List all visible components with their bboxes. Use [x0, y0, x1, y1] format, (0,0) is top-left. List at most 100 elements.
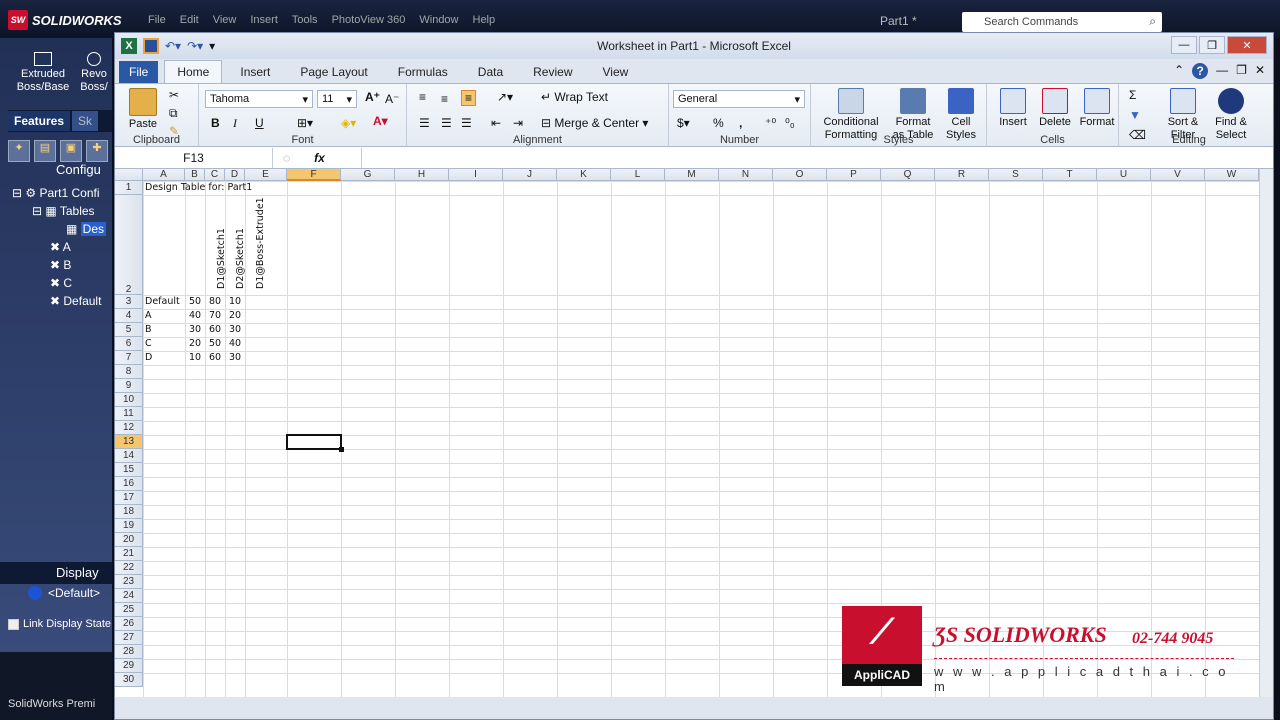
- align-middle-icon[interactable]: ≡: [441, 92, 448, 106]
- cancel-entry-icon[interactable]: ◌: [283, 151, 290, 165]
- display-default-item[interactable]: <Default>: [28, 586, 100, 600]
- row-header[interactable]: 28: [115, 645, 143, 659]
- formula-input[interactable]: [361, 147, 1273, 168]
- selected-cell[interactable]: [286, 434, 344, 452]
- align-center-icon[interactable]: ☰: [441, 116, 452, 130]
- row-header[interactable]: 2: [115, 195, 143, 295]
- column-header[interactable]: A: [143, 169, 185, 181]
- decrease-decimal-icon[interactable]: ⁰₀: [785, 116, 795, 130]
- orientation-icon[interactable]: ↗▾: [497, 90, 513, 104]
- row-header[interactable]: 4: [115, 309, 143, 323]
- row-header[interactable]: 5: [115, 323, 143, 337]
- increase-decimal-icon[interactable]: ⁺⁰: [765, 116, 776, 130]
- tree-config-c[interactable]: ✖ C: [50, 276, 72, 290]
- extruded-boss-button[interactable]: Extruded Boss/Base: [14, 52, 72, 94]
- column-header[interactable]: E: [245, 169, 287, 181]
- row-header[interactable]: 27: [115, 631, 143, 645]
- row-header[interactable]: 3: [115, 295, 143, 309]
- bold-button[interactable]: B: [211, 116, 220, 130]
- column-header[interactable]: L: [611, 169, 665, 181]
- config-name-cell[interactable]: Default: [145, 295, 180, 309]
- row-header[interactable]: 13: [115, 435, 143, 449]
- column-header[interactable]: C: [205, 169, 225, 181]
- row-header[interactable]: 10: [115, 393, 143, 407]
- config-name-cell[interactable]: B: [145, 323, 152, 337]
- dimension-value-cell[interactable]: 30: [185, 323, 205, 337]
- comma-style-button[interactable]: ,: [739, 116, 742, 130]
- row-header[interactable]: 14: [115, 449, 143, 463]
- tree-config-b[interactable]: ✖ B: [50, 258, 71, 272]
- tab-review[interactable]: Review: [521, 61, 584, 83]
- insert-cells-button[interactable]: Insert: [993, 88, 1033, 129]
- row-header[interactable]: 23: [115, 575, 143, 589]
- revolved-boss-button[interactable]: Revo Boss/: [76, 52, 112, 94]
- dimension-value-cell[interactable]: 10: [225, 295, 245, 309]
- column-header[interactable]: W: [1205, 169, 1259, 181]
- sw-menu-photoview[interactable]: PhotoView 360: [332, 14, 406, 26]
- doc-close-icon[interactable]: ✕: [1255, 63, 1265, 79]
- wrap-text-button[interactable]: ↵ Wrap Text: [541, 90, 608, 104]
- dimension-value-cell[interactable]: 30: [225, 323, 245, 337]
- delete-cells-button[interactable]: Delete: [1035, 88, 1075, 129]
- tab-features[interactable]: Features: [8, 111, 71, 131]
- percent-style-button[interactable]: %: [713, 116, 724, 130]
- cell-a1[interactable]: Design Table for: Part1: [145, 181, 252, 195]
- align-left-icon[interactable]: ☰: [419, 116, 430, 130]
- search-icon[interactable]: ⌕: [1149, 14, 1156, 29]
- sw-menu-insert[interactable]: Insert: [250, 14, 278, 26]
- tab-sketch[interactable]: Sk: [72, 111, 99, 131]
- column-header[interactable]: U: [1097, 169, 1151, 181]
- dimension-value-cell[interactable]: 10: [185, 351, 205, 365]
- header-d1-sketch1[interactable]: D1@Sketch1: [216, 228, 227, 289]
- property-manager-icon[interactable]: ▤: [34, 140, 56, 162]
- configuration-manager-icon[interactable]: ▣: [60, 140, 82, 162]
- font-name-select[interactable]: Tahoma ▾: [205, 90, 313, 108]
- merge-center-button[interactable]: ⊟ Merge & Center ▾: [541, 116, 648, 130]
- column-header[interactable]: O: [773, 169, 827, 181]
- row-header[interactable]: 16: [115, 477, 143, 491]
- minimize-icon[interactable]: —: [1171, 36, 1197, 54]
- shrink-font-icon[interactable]: A⁻: [385, 92, 399, 106]
- underline-button[interactable]: U: [255, 116, 264, 130]
- copy-icon[interactable]: ⧉: [169, 106, 178, 121]
- tree-tables[interactable]: ⊟ ▦ Tables: [32, 204, 95, 218]
- dimension-value-cell[interactable]: 20: [225, 309, 245, 323]
- dimxpert-icon[interactable]: ✚: [86, 140, 108, 162]
- font-size-select[interactable]: 11 ▾: [317, 90, 357, 108]
- dimension-value-cell[interactable]: 40: [185, 309, 205, 323]
- decrease-indent-icon[interactable]: ⇤: [491, 116, 501, 130]
- column-header[interactable]: B: [185, 169, 205, 181]
- sw-menu-tools[interactable]: Tools: [292, 14, 318, 26]
- column-header[interactable]: K: [557, 169, 611, 181]
- name-box[interactable]: F13: [115, 147, 273, 168]
- row-header[interactable]: 24: [115, 589, 143, 603]
- column-header[interactable]: S: [989, 169, 1043, 181]
- column-header[interactable]: G: [341, 169, 395, 181]
- row-header[interactable]: 17: [115, 491, 143, 505]
- tab-data[interactable]: Data: [466, 61, 515, 83]
- column-header[interactable]: N: [719, 169, 773, 181]
- tab-view[interactable]: View: [591, 61, 641, 83]
- dimension-value-cell[interactable]: 20: [185, 337, 205, 351]
- align-bottom-icon[interactable]: ≡: [461, 90, 477, 106]
- row-header[interactable]: 7: [115, 351, 143, 365]
- column-header[interactable]: J: [503, 169, 557, 181]
- link-display-states-checkbox[interactable]: Link Display State: [8, 618, 111, 630]
- sw-menu-file[interactable]: File: [148, 14, 166, 26]
- row-header[interactable]: 11: [115, 407, 143, 421]
- column-header[interactable]: R: [935, 169, 989, 181]
- feature-manager-icon[interactable]: ✦: [8, 140, 30, 162]
- sw-menu-window[interactable]: Window: [419, 14, 458, 26]
- format-cells-button[interactable]: Format: [1077, 88, 1117, 129]
- tab-file[interactable]: File: [119, 61, 159, 83]
- select-all-corner[interactable]: [115, 169, 143, 181]
- config-name-cell[interactable]: A: [145, 309, 152, 323]
- dimension-value-cell[interactable]: 50: [205, 337, 225, 351]
- autosum-button[interactable]: Σ: [1129, 88, 1136, 102]
- row-header[interactable]: 22: [115, 561, 143, 575]
- font-color-icon[interactable]: A▾: [373, 114, 388, 128]
- column-header[interactable]: M: [665, 169, 719, 181]
- config-name-cell[interactable]: C: [145, 337, 152, 351]
- row-header[interactable]: 18: [115, 505, 143, 519]
- sw-search-input[interactable]: Search Commands ⌕: [962, 12, 1162, 32]
